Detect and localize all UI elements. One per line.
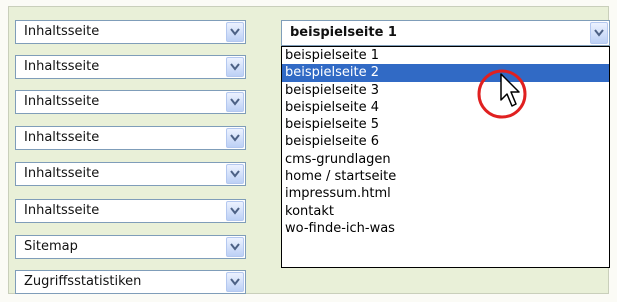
pointer-cursor-icon [500,73,520,107]
chevron-down-icon [230,98,240,106]
option-beispielseite-2[interactable]: beispielseite 2 [282,64,609,82]
option-impressum[interactable]: impressum.html [282,185,609,202]
page-select-value: beispielseite 1 [290,25,397,40]
content-type-select-5[interactable]: Inhaltsseite [15,162,246,186]
chevron-down-icon [594,29,604,37]
content-type-select-1[interactable]: Inhaltsseite [15,20,246,44]
chevron-down-icon [230,63,240,71]
select-value: Inhaltsseite [24,130,100,145]
content-type-select-6[interactable]: Inhaltsseite [15,199,246,223]
dropdown-button[interactable] [226,128,244,148]
select-value: Inhaltsseite [24,59,100,74]
dropdown-button[interactable] [226,164,244,184]
content-type-select-3[interactable]: Inhaltsseite [15,90,246,114]
option-cms-grundlagen[interactable]: cms-grundlagen [282,151,609,168]
select-value: Zugriffsstatistiken [24,274,142,289]
content-type-select-7[interactable]: Sitemap [15,235,246,259]
chevron-down-icon [230,207,240,215]
dropdown-button[interactable] [226,22,244,42]
page-select[interactable]: beispielseite 1 [281,20,610,46]
option-wo-finde-ich-was[interactable]: wo-finde-ich-was [282,220,609,237]
select-value: Inhaltsseite [24,24,100,39]
dropdown-button[interactable] [226,92,244,112]
select-value: Inhaltsseite [24,94,100,109]
option-beispielseite-3[interactable]: beispielseite 3 [282,82,609,99]
content-type-select-4[interactable]: Inhaltsseite [15,126,246,150]
option-beispielseite-5[interactable]: beispielseite 5 [282,116,609,133]
option-kontakt[interactable]: kontakt [282,203,609,220]
chevron-down-icon [230,243,240,251]
chevron-down-icon [230,134,240,142]
select-value: Sitemap [24,239,78,254]
select-value: Inhaltsseite [24,203,100,218]
content-type-select-2[interactable]: Inhaltsseite [15,55,246,79]
option-beispielseite-4[interactable]: beispielseite 4 [282,99,609,116]
select-value: Inhaltsseite [24,166,100,181]
page-select-dropdown-button[interactable] [590,22,608,44]
option-home-startseite[interactable]: home / startseite [282,168,609,185]
dropdown-button[interactable] [226,272,244,292]
cursor-highlight [477,69,527,119]
content-type-select-8[interactable]: Zugriffsstatistiken [15,270,246,294]
dropdown-button[interactable] [226,201,244,221]
chevron-down-icon [230,170,240,178]
chevron-down-icon [230,278,240,286]
page-options-list[interactable]: beispielseite 1 beispielseite 2 beispiel… [281,46,610,268]
option-beispielseite-6[interactable]: beispielseite 6 [282,133,609,150]
option-beispielseite-1[interactable]: beispielseite 1 [282,47,609,64]
chevron-down-icon [230,28,240,36]
dropdown-button[interactable] [226,57,244,77]
dropdown-button[interactable] [226,237,244,257]
